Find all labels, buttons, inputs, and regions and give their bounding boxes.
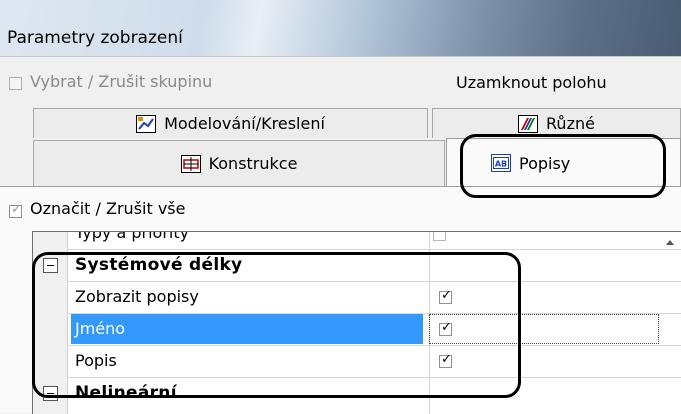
misc-icon [518,114,539,133]
tab-label: Modelování/Kreslení [164,114,325,133]
tab-content: ✓ Označit / Zrušit vše Typy a priority S… [0,186,681,414]
property-name: Zobrazit popisy [75,287,199,306]
property-value: ✓ [429,282,659,312]
property-value: ✓ [429,314,659,344]
category-row-nonlinear[interactable]: Nelineární [33,378,681,409]
property-value [429,232,659,248]
category-name: Systémové délky [75,255,243,275]
tab-label: Popisy [519,153,571,173]
title-bar: Parametry zobrazení [0,0,681,56]
property-row-show-labels[interactable]: Zobrazit popisy ✓ [33,282,681,313]
tab-label: Různé [546,114,595,133]
construction-icon [180,154,201,173]
property-name: Popis [75,351,117,370]
property-name: Typy a priority [75,231,190,242]
tab-label: Konstrukce [208,154,298,173]
tab-labels[interactable]: AB Popisy [446,138,681,187]
group-options-row: Vybrat / Zrušit skupinu Uzamknout polohu [0,56,681,109]
property-row-description[interactable]: Popis ✓ [33,346,681,377]
category-row-system-lengths[interactable]: Systémové délky [33,250,681,281]
select-group-label: Vybrat / Zrušit skupinu [30,72,213,91]
property-grid: Typy a priority Systémové délky Zobrazit… [32,231,681,414]
svg-text:AB: AB [495,160,507,169]
property-checkbox[interactable]: ✓ [439,320,452,336]
tab-misc[interactable]: Různé [432,108,681,138]
property-row-name[interactable]: Jméno ✓ [33,314,681,345]
property-name: Jméno [71,314,423,344]
scroll-up-arrow-icon[interactable] [666,240,674,245]
lock-position-label[interactable]: Uzamknout polohu [456,73,607,92]
property-checkbox[interactable]: ✓ [439,352,452,368]
tab-construction[interactable]: Konstrukce [33,140,445,186]
modeling-icon [136,114,157,133]
property-checkbox[interactable] [433,232,446,241]
select-all-checkbox[interactable]: ✓ [9,202,22,218]
select-all-label: Označit / Zrušit vše [30,199,186,218]
category-name: Nelineární [75,383,177,403]
collapse-icon[interactable] [43,258,58,273]
select-group-checkbox[interactable] [9,77,22,90]
window-title: Parametry zobrazení [7,28,183,48]
property-value: ✓ [429,346,659,376]
labels-icon: AB [491,154,511,172]
property-row-types-priority[interactable]: Typy a priority [33,231,681,249]
collapse-icon[interactable] [43,386,58,401]
tab-strip: Modelování/Kreslení Různé Konstrukce AB … [0,108,681,187]
property-checkbox[interactable]: ✓ [439,288,452,304]
tab-modeling[interactable]: Modelování/Kreslení [33,108,428,138]
